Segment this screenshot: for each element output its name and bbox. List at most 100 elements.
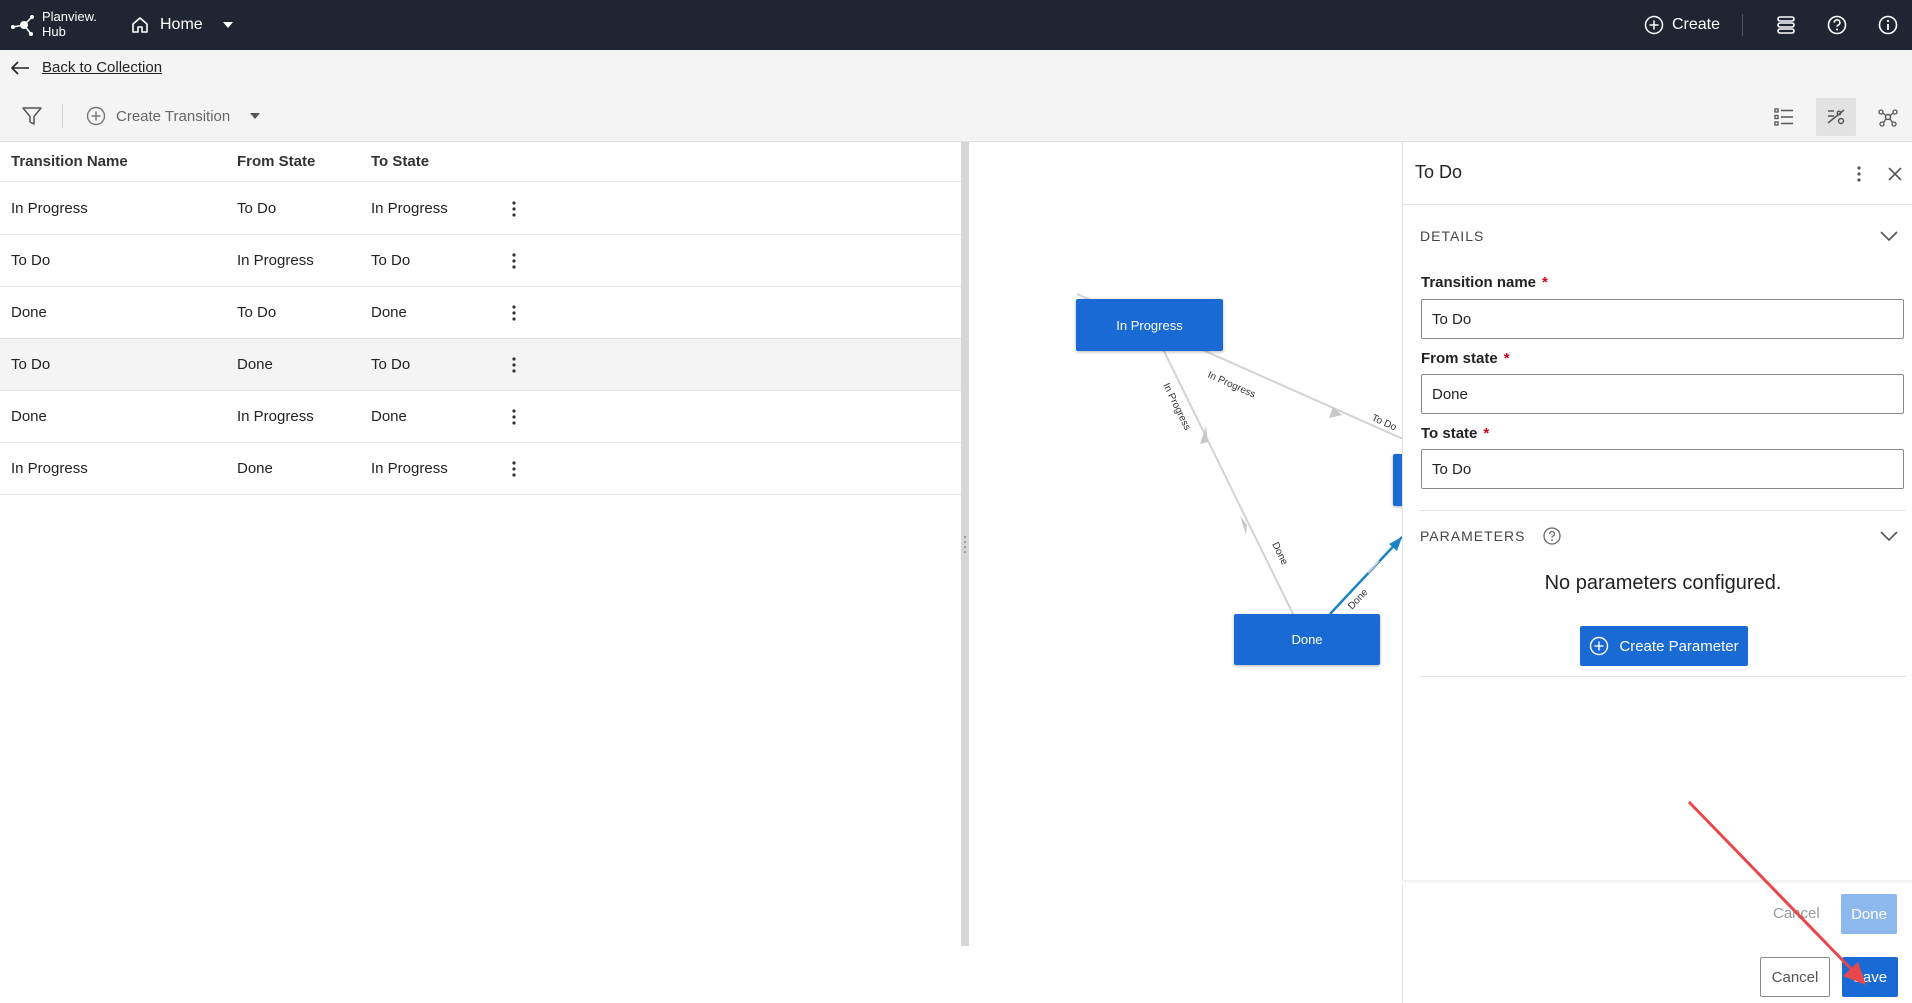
edge-tick	[1367, 560, 1380, 574]
table-row[interactable]: To Do In Progress To Do	[0, 235, 961, 287]
column-header-transition-name[interactable]: Transition Name	[11, 153, 128, 170]
row-actions-icon[interactable]	[506, 353, 522, 377]
pane-splitter[interactable]	[961, 142, 969, 946]
hub-logo-icon	[11, 15, 34, 36]
info-icon[interactable]	[1875, 12, 1901, 38]
transition-name-label: Transition name *	[1421, 274, 1548, 291]
transition-name-cell: To Do	[11, 252, 51, 269]
required-marker: *	[1483, 425, 1490, 442]
from-state-cell: In Progress	[237, 252, 314, 269]
create-parameter-label: Create Parameter	[1619, 637, 1739, 655]
transition-name-cell: In Progress	[11, 460, 88, 477]
cancel-button[interactable]: Cancel	[1760, 957, 1830, 997]
required-marker: *	[1542, 274, 1548, 291]
ghost-done-button[interactable]: Done	[1841, 894, 1897, 934]
workflow-graph[interactable]: In Progress To Do In Progress Done Done …	[969, 142, 1402, 946]
chevron-down-icon[interactable]	[1877, 524, 1901, 548]
to-state-cell: In Progress	[371, 460, 448, 477]
table-row[interactable]: In Progress Done In Progress	[0, 443, 961, 495]
row-actions-icon[interactable]	[506, 301, 522, 325]
create-transition-label: Create Transition	[116, 107, 231, 125]
from-state-cell: To Do	[237, 200, 277, 217]
section-divider	[1420, 510, 1906, 511]
to-state-cell: To Do	[371, 356, 411, 373]
back-to-collection-link[interactable]: Back to Collection	[10, 59, 162, 76]
logo-text: Planview. Hub	[42, 9, 97, 39]
edge-label: In Progress	[1160, 381, 1192, 432]
to-state-cell: Done	[371, 408, 407, 425]
transition-name-cell: Done	[11, 304, 47, 321]
home-icon	[132, 17, 148, 33]
create-parameter-button[interactable]: Create Parameter	[1580, 626, 1748, 666]
back-link-label: Back to Collection	[42, 59, 163, 76]
details-section-heading[interactable]: DETAILS	[1420, 228, 1484, 244]
to-state-cell: Done	[371, 304, 407, 321]
from-state-cell: Done	[237, 460, 273, 477]
help-icon[interactable]	[1824, 12, 1850, 38]
transition-name-cell: In Progress	[11, 200, 88, 217]
edge-label: Done	[1269, 540, 1290, 567]
help-icon[interactable]	[1542, 526, 1562, 546]
table-header: Transition Name From State To State	[0, 142, 961, 182]
table-row[interactable]: To Do Done To Do	[0, 339, 961, 391]
section-divider	[1420, 676, 1906, 677]
panel-title: To Do	[1415, 162, 1463, 182]
planview-hub-logo[interactable]: Planview. Hub	[10, 8, 105, 42]
edge-label: In Progress	[1206, 370, 1257, 401]
plus-circle-icon	[1644, 15, 1664, 35]
from-state-cell: In Progress	[237, 408, 314, 425]
graph-node-to-do[interactable]	[1393, 454, 1402, 506]
save-button[interactable]: Save	[1842, 957, 1898, 997]
table-row[interactable]: Done To Do Done	[0, 287, 961, 339]
table-row[interactable]: Done In Progress Done	[0, 391, 961, 443]
parameters-section-heading[interactable]: PARAMETERS	[1420, 528, 1525, 544]
row-actions-icon[interactable]	[506, 405, 522, 429]
plus-circle-icon	[86, 106, 106, 126]
from-state-label: From state *	[1421, 350, 1510, 367]
graph-node-done[interactable]: Done	[1234, 614, 1380, 665]
from-state-cell: Done	[237, 356, 273, 373]
from-state-field[interactable]	[1421, 374, 1904, 414]
split-view-icon[interactable]	[1816, 98, 1856, 136]
create-transition-button[interactable]: Create Transition	[86, 104, 262, 128]
no-parameters-message: No parameters configured.	[1544, 572, 1782, 594]
filter-icon[interactable]	[20, 104, 44, 128]
top-navigation-bar: Planview. Hub Home Create	[0, 0, 1912, 50]
edge-label: Done	[1346, 587, 1371, 612]
caret-down-icon[interactable]	[248, 111, 262, 121]
table-row[interactable]: In Progress To Do In Progress	[0, 183, 961, 235]
row-actions-icon[interactable]	[506, 457, 522, 481]
to-state-field[interactable]	[1421, 449, 1904, 489]
transitions-table: Transition Name From State To State In P…	[0, 142, 961, 946]
close-icon[interactable]	[1883, 162, 1907, 186]
transition-name-cell: To Do	[11, 356, 51, 373]
row-actions-icon[interactable]	[506, 249, 522, 273]
top-divider	[1742, 14, 1743, 36]
transition-name-field[interactable]	[1421, 299, 1904, 339]
panel-divider	[1403, 204, 1912, 205]
list-view-icon[interactable]	[1764, 98, 1804, 136]
to-state-cell: In Progress	[371, 200, 448, 217]
home-menu[interactable]: Home	[130, 11, 235, 39]
row-actions-icon[interactable]	[506, 197, 522, 221]
to-state-cell: To Do	[371, 252, 411, 269]
graph-view-icon[interactable]	[1868, 98, 1908, 136]
more-options-icon[interactable]	[1847, 162, 1871, 186]
edge-done-to-todo[interactable]	[1329, 536, 1402, 615]
transitions-toolbar: Create Transition	[0, 90, 1912, 142]
column-header-to-state[interactable]: To State	[371, 153, 429, 170]
required-marker: *	[1503, 350, 1510, 367]
from-state-cell: To Do	[237, 304, 277, 321]
chevron-down-icon[interactable]	[1877, 224, 1901, 248]
create-button[interactable]: Create	[1644, 12, 1720, 38]
drag-handle-icon[interactable]	[963, 534, 967, 554]
graph-node-in-progress[interactable]: In Progress	[1076, 299, 1223, 351]
database-settings-icon[interactable]	[1773, 12, 1799, 38]
caret-down-icon	[222, 22, 233, 28]
ghost-cancel-button[interactable]: Cancel	[1773, 905, 1820, 922]
panel-footer-shadow	[1402, 880, 1912, 884]
to-state-label: To state *	[1421, 425, 1490, 442]
toolbar-divider	[62, 104, 63, 128]
transition-details-panel: To Do DETAILS Transition name* From stat…	[1402, 142, 1912, 1003]
column-header-from-state[interactable]: From State	[237, 153, 315, 170]
